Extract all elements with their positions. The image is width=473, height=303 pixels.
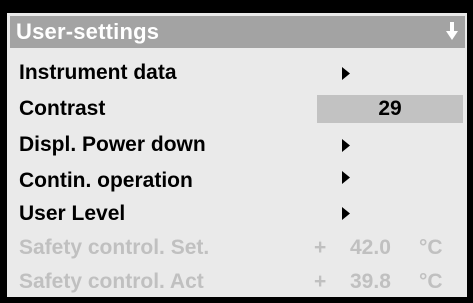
menu-item-contrast[interactable]: Contrast bbox=[19, 96, 105, 122]
contrast-value: 29 bbox=[378, 97, 402, 120]
submenu-arrow-icon bbox=[342, 67, 350, 80]
menu-item-contin-operation[interactable]: Contin. operation bbox=[19, 168, 193, 194]
menu-item-label: Safety control. Set. bbox=[19, 236, 210, 259]
safety-act-value: 39.8 bbox=[350, 270, 391, 293]
safety-set-sign: + bbox=[314, 236, 327, 259]
menu-item-label: Displ. Power down bbox=[19, 133, 206, 156]
menu-item-displ-power-down[interactable]: Displ. Power down bbox=[19, 132, 206, 158]
safety-act-sign: + bbox=[314, 270, 327, 293]
submenu-arrow-icon bbox=[342, 171, 350, 184]
menu-item-label: User Level bbox=[19, 202, 126, 225]
menu-item-user-level[interactable]: User Level bbox=[19, 201, 125, 227]
menu-item-label: Safety control. Act bbox=[19, 270, 204, 293]
scroll-down-arrow-icon[interactable] bbox=[446, 21, 458, 41]
menu-item-safety-control-act: Safety control. Act bbox=[19, 269, 204, 295]
menu-item-label: Instrument data bbox=[19, 61, 177, 84]
settings-panel: User-settings Instrument data Contrast 2… bbox=[7, 13, 467, 297]
menu-item-instrument-data[interactable]: Instrument data bbox=[19, 60, 177, 86]
submenu-arrow-icon bbox=[342, 139, 350, 152]
safety-set-unit: °C bbox=[419, 236, 443, 259]
title-bar: User-settings bbox=[10, 16, 465, 48]
menu-item-safety-control-set: Safety control. Set. bbox=[19, 235, 209, 261]
device-screen: User-settings Instrument data Contrast 2… bbox=[0, 0, 473, 303]
submenu-arrow-icon bbox=[342, 207, 350, 220]
safety-set-value: 42.0 bbox=[350, 236, 391, 259]
contrast-value-field[interactable]: 29 bbox=[317, 95, 463, 123]
page-title: User-settings bbox=[16, 19, 160, 44]
menu-item-label: Contin. operation bbox=[19, 169, 193, 192]
menu-item-label: Contrast bbox=[19, 97, 106, 120]
safety-act-unit: °C bbox=[419, 270, 443, 293]
